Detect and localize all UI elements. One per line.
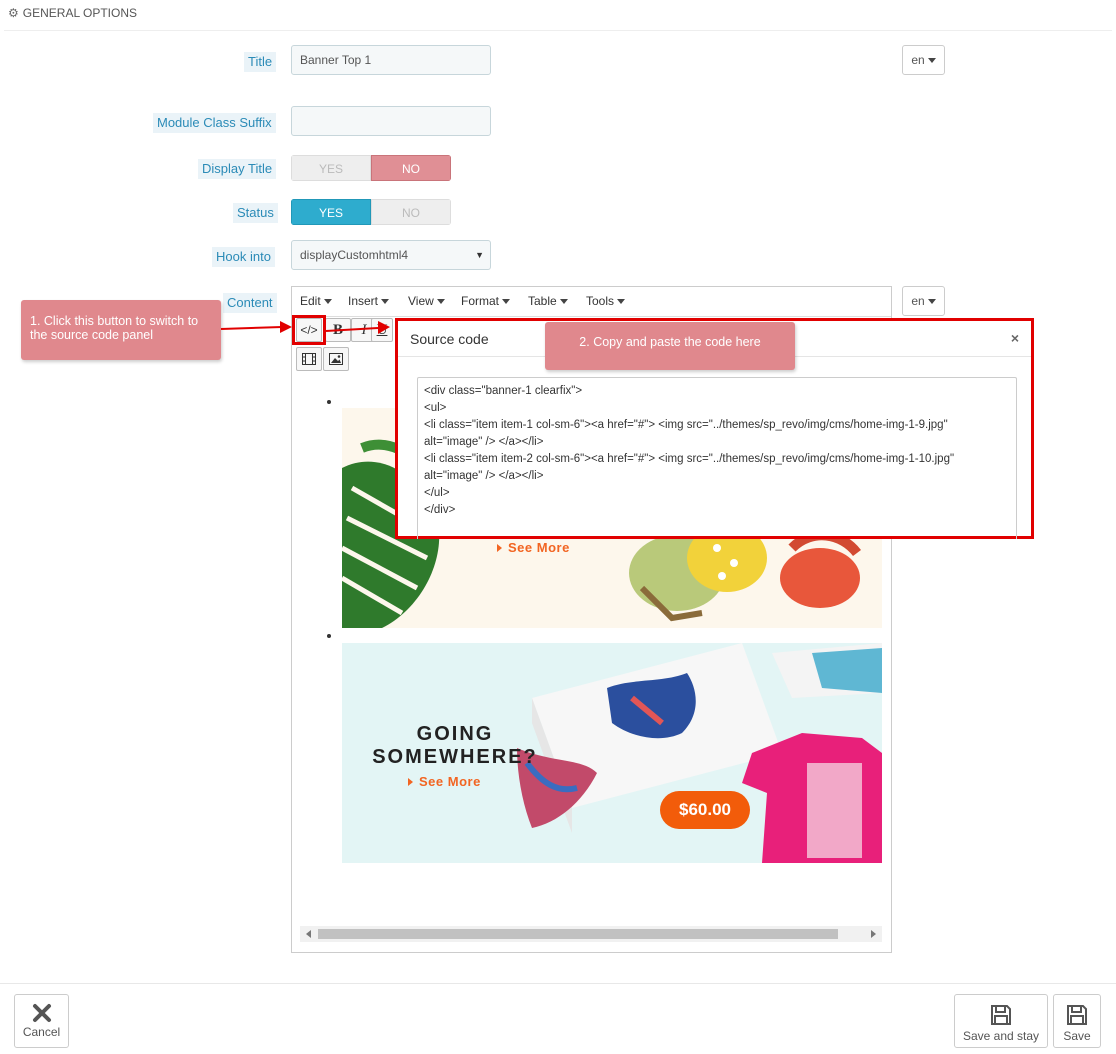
image-icon [329, 353, 343, 365]
caret-down-icon [927, 58, 936, 64]
banner-1-see-more-link[interactable]: See More [497, 540, 570, 555]
content-lang-select[interactable]: en [902, 286, 945, 316]
banner-image-2: GOING SOMEWHERE? See More $60.00 [342, 643, 882, 863]
source-button-highlight [292, 315, 326, 345]
callout-step-1: 1. Click this button to switch to the so… [21, 300, 221, 360]
menu-format[interactable]: Format [461, 294, 511, 308]
list-bullet [327, 634, 331, 638]
source-code-textarea[interactable]: <div class="banner-1 clearfix"> <ul> <li… [417, 377, 1017, 539]
footer-divider [0, 983, 1116, 984]
insert-video-button[interactable] [296, 347, 322, 371]
menu-edit[interactable]: Edit [300, 294, 332, 308]
editor-menubar: Edit Insert View Format Table Tools [292, 287, 891, 315]
status-yes[interactable]: YES [291, 199, 371, 225]
title-label: Title [244, 52, 277, 72]
section-title: ⚙ GENERAL OPTIONS [8, 6, 138, 20]
hook-label: Hook into [212, 247, 275, 267]
title-lang-select[interactable]: en [902, 45, 945, 75]
cancel-button[interactable]: Cancel [14, 994, 69, 1048]
floppy-disk-icon [991, 1005, 1011, 1025]
save-button[interactable]: Save [1053, 994, 1101, 1048]
banner-2-heading: GOING SOMEWHERE? [372, 723, 538, 768]
list-bullet [327, 400, 331, 404]
section-divider [4, 30, 1112, 31]
menu-view[interactable]: View [408, 294, 445, 308]
insert-image-button[interactable] [323, 347, 349, 371]
play-icon [408, 778, 413, 786]
hook-select[interactable]: displayCustomhtml4 ▼ [291, 240, 491, 270]
scrollbar-thumb[interactable] [318, 929, 838, 939]
status-label: Status [233, 203, 278, 223]
close-icon[interactable]: × [1011, 330, 1019, 346]
suffix-input[interactable] [291, 106, 491, 136]
caret-down-icon [927, 299, 936, 305]
menubar-divider [292, 316, 891, 317]
callout-step-2: 2. Copy and paste the code here [545, 322, 795, 370]
gears-icon: ⚙ [8, 6, 19, 20]
status-no[interactable]: NO [371, 199, 451, 225]
select-arrow-icon: ▼ [475, 250, 484, 260]
content-label: Content [223, 293, 277, 313]
editor-horizontal-scrollbar[interactable] [300, 926, 882, 942]
menu-insert[interactable]: Insert [348, 294, 390, 308]
status-toggle: YES NO [291, 199, 451, 225]
price-badge: $60.00 [660, 791, 750, 829]
film-icon [302, 353, 316, 365]
menu-tools[interactable]: Tools [586, 294, 626, 308]
underline-button[interactable]: U [371, 318, 393, 342]
display-title-toggle: YES NO [291, 155, 451, 181]
bold-button[interactable]: B [325, 318, 351, 342]
save-and-stay-button[interactable]: Save and stay [954, 994, 1048, 1048]
close-icon [32, 1004, 51, 1022]
floppy-disk-icon [1067, 1005, 1087, 1025]
scroll-right-icon[interactable] [871, 930, 876, 938]
scroll-left-icon[interactable] [306, 930, 311, 938]
display-title-no[interactable]: NO [371, 155, 451, 181]
banner-2-see-more-link[interactable]: See More [408, 774, 481, 789]
play-icon [497, 544, 502, 552]
display-title-label: Display Title [198, 159, 277, 179]
dialog-title: Source code [410, 331, 489, 347]
suffix-label: Module Class Suffix [153, 113, 276, 133]
menu-table[interactable]: Table [528, 294, 568, 308]
display-title-yes[interactable]: YES [291, 155, 371, 181]
title-input[interactable]: Banner Top 1 [291, 45, 491, 75]
